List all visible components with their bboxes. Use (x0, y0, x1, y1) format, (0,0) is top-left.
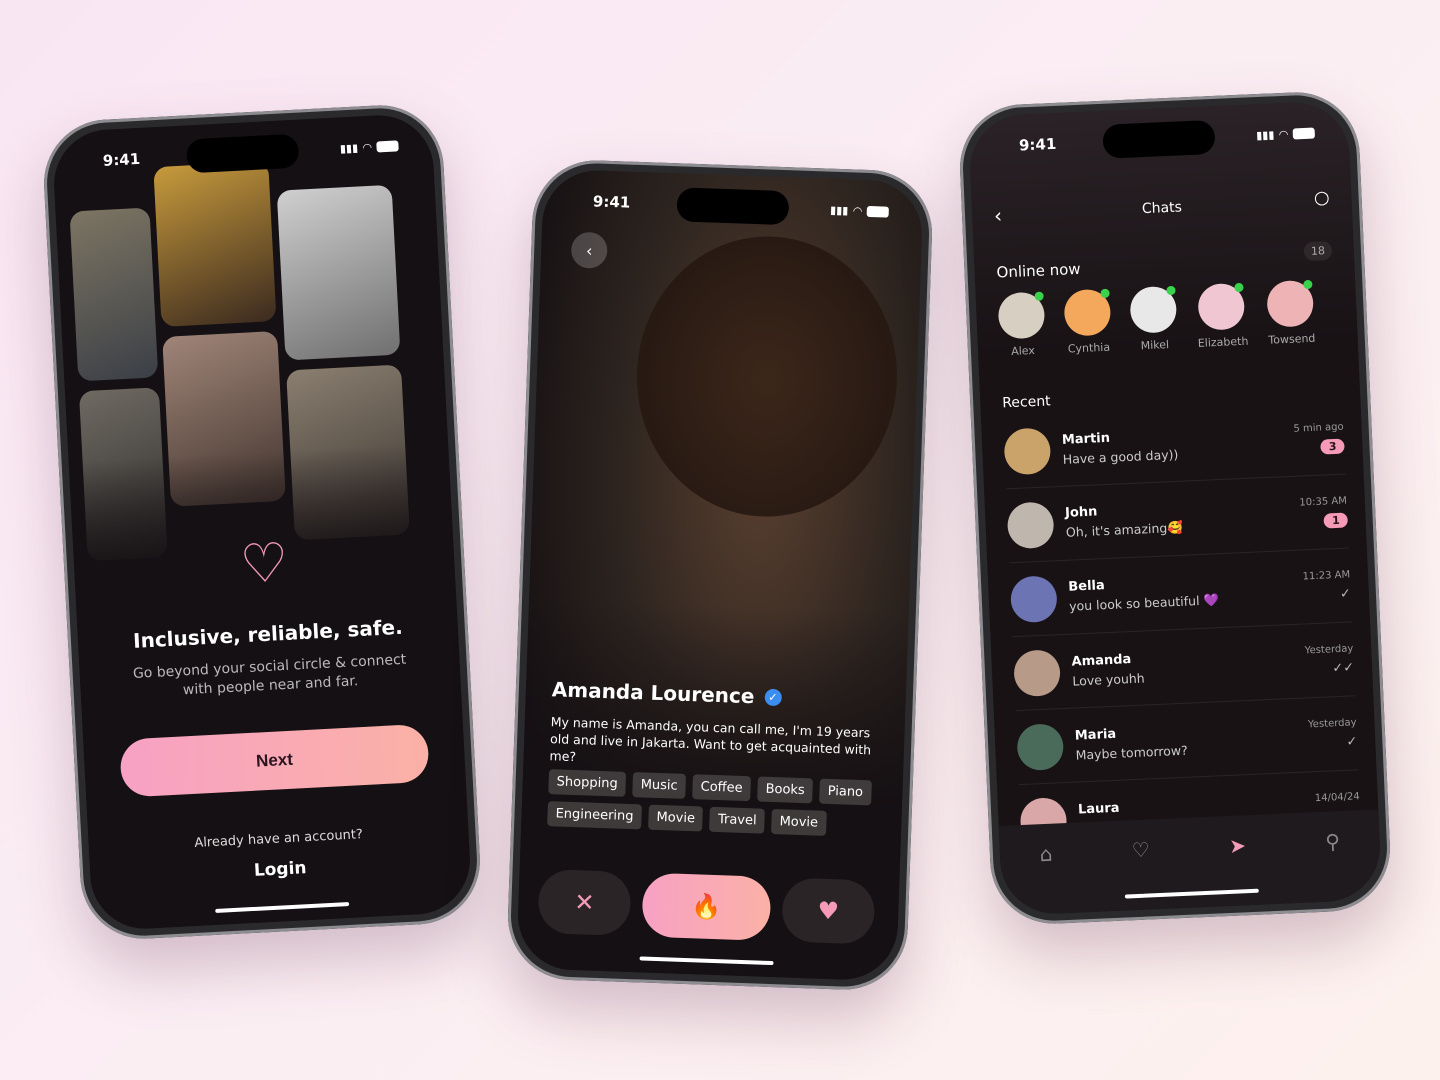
signal-icon: ▮▮▮ (1255, 127, 1275, 142)
chat-time: Yesterday (1304, 642, 1354, 656)
chat-time: 14/04/24 (1314, 790, 1360, 804)
profile-photo (276, 184, 401, 361)
tag: Movie (771, 808, 827, 836)
back-button[interactable]: ‹ (570, 231, 608, 269)
online-user[interactable]: Alex (997, 291, 1046, 359)
user-name: Alex (1010, 343, 1036, 358)
battery-icon (1292, 127, 1315, 140)
avatar (1009, 574, 1058, 623)
chat-time: Yesterday (1307, 716, 1357, 730)
dislike-button[interactable]: ✕ (537, 868, 632, 937)
online-user[interactable]: Elizabeth (1195, 282, 1249, 350)
chat-time: 5 min ago (1293, 421, 1344, 435)
online-user[interactable]: Cynthia (1063, 288, 1112, 356)
wifi-icon: ◠ (853, 203, 863, 218)
tag: Coffee (692, 774, 752, 802)
battery-icon (376, 139, 399, 152)
online-user[interactable]: Towsend (1266, 279, 1316, 347)
tab-bar: ⌂ ♡ ➤ ⚲ (998, 809, 1383, 916)
tag: Travel (709, 806, 766, 834)
heart-icon: ♥ (817, 896, 840, 926)
status-time: 9:41 (1018, 134, 1057, 155)
chat-time: 10:35 AM (1299, 495, 1348, 509)
user-name: Mikel (1140, 338, 1170, 353)
signal-icon: ▮▮▮ (339, 140, 359, 155)
user-name: Towsend (1268, 331, 1316, 347)
profile-photo (69, 207, 159, 382)
close-icon: ✕ (573, 888, 596, 917)
profile-icon[interactable]: ⚲ (1325, 829, 1343, 902)
profile-photo (153, 161, 277, 327)
status-time: 9:41 (592, 192, 631, 212)
online-list: Alex Cynthia Mikel Elizabeth Towsend (997, 279, 1316, 359)
chat-time: 11:23 AM (1302, 568, 1351, 582)
tag: Piano (819, 778, 872, 806)
home-icon[interactable]: ⌂ (1039, 842, 1055, 914)
tag: Engineering (547, 801, 642, 830)
wifi-icon: ◠ (362, 140, 372, 154)
fire-icon: 🔥 (690, 892, 722, 922)
verified-badge-icon: ✓ (764, 688, 782, 706)
profile-phone: 9:41 ▮▮▮ ◠ ‹ Amanda Lourence ✓ My name is A… (505, 158, 935, 992)
online-user[interactable]: Mikel (1129, 285, 1178, 353)
heart-icon[interactable]: ♡ (1131, 837, 1152, 910)
online-heading: Online now (996, 259, 1081, 282)
tag: Shopping (548, 769, 627, 797)
wifi-icon: ◠ (1279, 127, 1289, 141)
avatar (1013, 648, 1062, 697)
read-status-icon: ✓ (1346, 733, 1358, 750)
avatar (1006, 500, 1055, 549)
read-status-icon: ✓✓ (1332, 659, 1355, 676)
read-status-icon: ✓ (1339, 585, 1352, 602)
avatar (1016, 722, 1065, 771)
tag: Music (632, 772, 687, 799)
online-count: 18 (1303, 240, 1333, 262)
user-name: Cynthia (1067, 340, 1111, 356)
user-name: Elizabeth (1197, 334, 1249, 350)
page-title: Chats (1141, 199, 1183, 218)
unread-badge: 1 (1323, 511, 1348, 529)
interest-tags: Shopping Music Coffee Books Piano Engineering… (547, 769, 877, 837)
tag: Movie (648, 804, 704, 832)
battery-icon (866, 205, 889, 218)
onboarding-phone: 9:41 ▮▮▮ ◠ ♡ Inclusive, reliable, safe. Go… (40, 102, 484, 942)
unread-badge: 3 (1320, 438, 1345, 455)
status-time: 9:41 (102, 149, 141, 170)
avatar (1003, 426, 1052, 475)
send-icon[interactable]: ➤ (1229, 833, 1249, 906)
search-icon[interactable]: ○ (1313, 187, 1330, 209)
tag: Books (757, 776, 814, 804)
signal-icon: ▮▮▮ (829, 203, 849, 217)
chats-phone: 9:41 ▮▮▮ ◠ ‹ Chats ○ Online now 18 Alex Cy… (957, 89, 1393, 927)
recent-heading: Recent (1001, 393, 1051, 412)
chevron-left-icon: ‹ (585, 240, 593, 260)
like-button[interactable]: ♥ (781, 877, 876, 945)
super-like-button[interactable]: 🔥 (641, 872, 772, 941)
profile-photo (632, 232, 902, 521)
